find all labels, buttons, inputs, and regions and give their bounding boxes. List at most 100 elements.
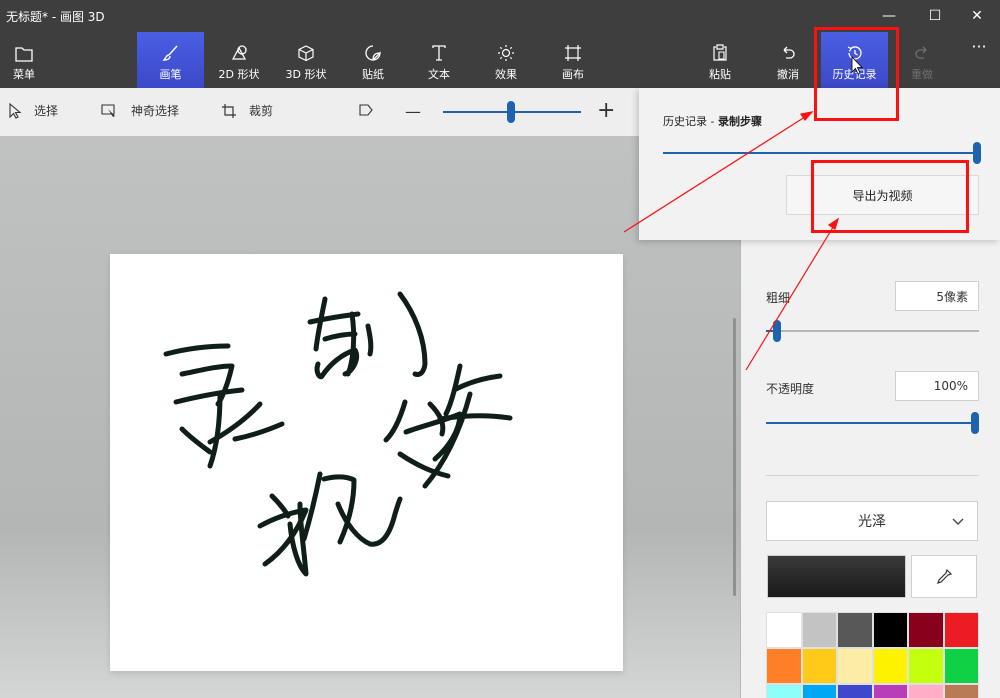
chevron-down-icon [952,518,964,525]
more-icon: ··· [971,37,987,56]
eyedropper-button[interactable] [911,555,977,598]
tab-effects[interactable]: 效果 [474,32,538,88]
tab-2d-shapes-label: 2D 形状 [218,68,260,81]
crop-icon [222,103,236,118]
undo-icon [783,46,795,59]
opacity-slider-track[interactable] [766,422,976,424]
current-color-swatch[interactable] [767,555,906,598]
paste-button[interactable]: 粘贴 [688,32,752,88]
opacity-label: 不透明度 [766,382,815,396]
tab-text-label: 文本 [428,68,450,81]
text-icon [432,45,446,61]
maximize-icon: ☐ [928,8,942,24]
palette-swatch[interactable] [943,612,979,648]
thickness-slider-thumb[interactable] [773,320,781,342]
tab-3d-shapes-label: 3D 形状 [285,68,327,81]
history-title: 历史记录 - 录制步骤 [663,113,762,129]
history-timeline-track[interactable] [663,152,975,154]
thickness-label: 粗细 [766,291,791,305]
more-button[interactable]: ··· [958,32,1000,88]
tab-brushes-label: 画笔 [159,68,182,81]
sticker-icon [365,45,381,61]
shapes-2d-icon [231,45,247,60]
palette-swatch[interactable] [837,648,873,684]
finish-dropdown[interactable]: 光泽 [766,501,978,541]
palette-swatch[interactable] [837,612,873,648]
annotation-box-history [814,27,899,121]
vertical-scrollbar[interactable] [733,318,736,596]
canvas-icon [565,45,581,61]
color-palette [766,612,979,698]
opacity-slider-thumb[interactable] [971,412,979,434]
palette-swatch[interactable] [943,684,979,698]
palette-swatch[interactable] [872,648,908,684]
history-timeline-thumb[interactable] [973,142,981,164]
brush-subtoolbar: 选择 神奇选择 裁剪 — + [0,88,640,136]
panel-divider [766,475,979,476]
annotation-box-export [811,160,969,233]
paste-icon [713,44,727,61]
redo-icon [915,46,927,59]
maximize-button[interactable]: ☐ [912,0,958,32]
brush-icon [161,45,178,61]
cursor-icon [9,102,22,119]
magic-select-tool[interactable]: 神奇选择 [101,102,179,119]
undo-label: 撤消 [777,68,799,81]
tab-effects-label: 效果 [495,68,517,81]
palette-swatch[interactable] [908,684,944,698]
minimize-icon: — [882,8,896,24]
sun-icon [498,45,514,61]
tab-stickers-label: 贴纸 [362,68,384,81]
magic-select-icon [101,103,115,117]
finish-selected-value: 光泽 [858,514,886,530]
palette-swatch[interactable] [801,648,837,684]
crop-label: 裁剪 [249,104,274,118]
palette-swatch[interactable] [943,648,979,684]
paste-label: 粘贴 [709,68,731,81]
menu-button[interactable]: 菜单 [0,32,48,88]
undo-button[interactable]: 撤消 [756,32,820,88]
close-icon: ✕ [971,8,983,24]
tab-2d-shapes[interactable]: 2D 形状 [207,32,271,88]
history-title-mode: 录制步骤 [717,115,762,128]
redo-button[interactable]: 重做 [890,32,954,88]
palette-swatch[interactable] [908,612,944,648]
palette-swatch[interactable] [801,612,837,648]
crop-tool[interactable]: 裁剪 [221,102,273,119]
drawing-canvas[interactable] [110,254,623,671]
select-label: 选择 [34,104,59,118]
redo-label: 重做 [911,68,933,81]
palette-swatch[interactable] [766,684,802,698]
menu-label: 菜单 [13,68,35,81]
palette-swatch[interactable] [837,684,873,698]
zoom-in-button[interactable]: + [597,98,615,123]
history-title-prefix: 历史记录 - [663,115,718,128]
eyedropper-icon [937,568,953,584]
tab-3d-shapes[interactable]: 3D 形状 [274,32,338,88]
zoom-slider-thumb[interactable] [507,101,515,123]
rotate-view-button[interactable] [358,102,386,118]
magic-select-label: 神奇选择 [131,104,180,118]
select-tool[interactable]: 选择 [8,102,58,119]
palette-swatch[interactable] [872,684,908,698]
tab-text[interactable]: 文本 [407,32,471,88]
zoom-out-button[interactable]: — [405,102,421,121]
tab-canvas-label: 画布 [562,68,584,81]
flag-icon [359,104,373,116]
thickness-slider-track[interactable] [766,330,979,332]
tab-stickers[interactable]: 贴纸 [341,32,405,88]
palette-swatch[interactable] [801,684,837,698]
palette-swatch[interactable] [766,648,802,684]
folder-icon [15,47,33,62]
palette-swatch[interactable] [908,648,944,684]
tab-canvas[interactable]: 画布 [541,32,605,88]
opacity-field[interactable]: 100% [895,371,979,401]
palette-swatch[interactable] [872,612,908,648]
close-button[interactable]: ✕ [954,0,1000,32]
cube-icon [298,45,314,62]
window-title: 无标题* - 画图 3D [6,10,105,24]
handwriting-drawing [163,291,513,577]
tab-brushes[interactable]: 画笔 [137,32,204,88]
thickness-field[interactable]: 5像素 [895,281,979,311]
palette-swatch[interactable] [766,612,802,648]
